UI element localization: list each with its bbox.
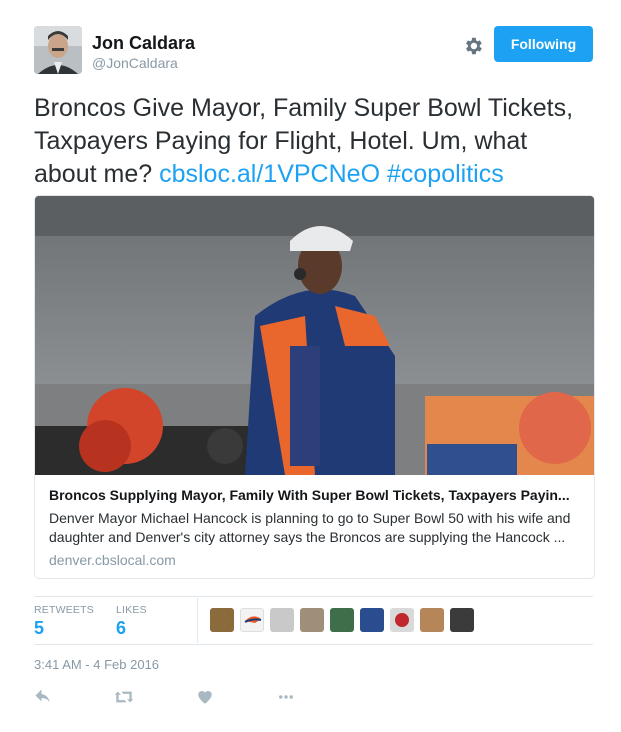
divider [34,644,593,645]
display-name[interactable]: Jon Caldara [92,33,195,54]
retweet-icon[interactable] [114,688,136,708]
liker-avatar[interactable] [240,608,264,632]
likers-avatars [210,608,474,632]
avatar[interactable] [34,26,82,74]
retweets-label[interactable]: RETWEETS [34,604,94,616]
liker-avatar[interactable] [270,608,294,632]
divider [34,596,593,597]
liker-avatar[interactable] [330,608,354,632]
link-card[interactable]: Broncos Supplying Mayor, Family With Sup… [34,195,595,579]
card-title[interactable]: Broncos Supplying Mayor, Family With Sup… [49,487,581,503]
card-photo [35,196,594,475]
liker-avatar[interactable] [420,608,444,632]
retweets-count[interactable]: 5 [34,618,44,639]
user-handle[interactable]: @JonCaldara [92,55,178,71]
stats-divider [197,598,198,643]
reply-icon[interactable] [34,688,56,708]
likes-label[interactable]: LIKES [116,604,147,616]
card-domain[interactable]: denver.cbslocal.com [49,552,581,568]
heart-icon[interactable] [196,688,218,708]
liker-avatar[interactable] [450,608,474,632]
following-button[interactable]: Following [494,26,593,62]
liker-avatar[interactable] [210,608,234,632]
tweet-text: Broncos Give Mayor, Family Super Bowl Ti… [34,92,594,191]
timestamp[interactable]: 3:41 AM - 4 Feb 2016 [34,657,159,672]
hashtag-link[interactable]: #copolitics [387,160,504,188]
liker-avatar[interactable] [390,608,414,632]
more-icon[interactable] [276,688,298,708]
liker-avatar[interactable] [300,608,324,632]
likes-count[interactable]: 6 [116,618,126,639]
card-description: Denver Mayor Michael Hancock is planning… [49,510,571,545]
tweet-link[interactable]: cbsloc.al/1VPCNeO [159,160,380,188]
gear-icon[interactable] [462,35,484,57]
liker-avatar[interactable] [360,608,384,632]
